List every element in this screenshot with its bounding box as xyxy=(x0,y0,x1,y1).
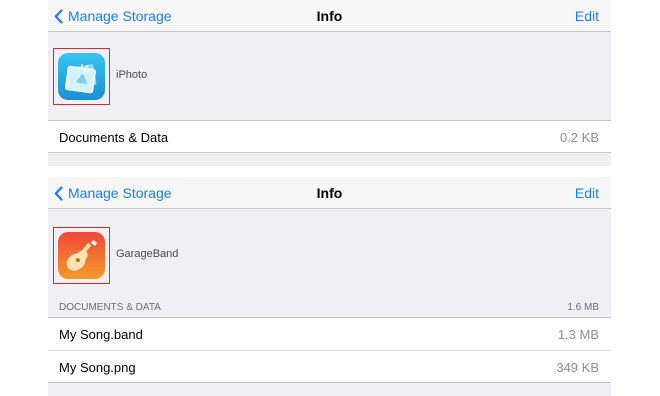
document-size: 1.3 MB xyxy=(557,327,599,342)
nav-title: Info xyxy=(316,185,343,201)
documents-data-row[interactable]: Documents & Data 0.2 KB xyxy=(48,120,611,153)
garageband-info-screen: Manage Storage Info Edit GarageBand DOCU… xyxy=(48,177,611,396)
row-value: 0.2 KB xyxy=(559,130,599,145)
documents-section-header: DOCUMENTS & DATA 1.6 MB xyxy=(48,294,611,317)
document-row[interactable]: My Song.png 349 KB xyxy=(48,350,611,383)
iphoto-app-icon xyxy=(58,53,105,100)
document-name: My Song.png xyxy=(59,360,136,375)
navigation-bar: Manage Storage Info Edit xyxy=(48,0,611,32)
app-icon-highlight xyxy=(53,48,110,105)
app-name: GarageBand xyxy=(116,248,179,260)
document-name: My Song.band xyxy=(59,327,143,342)
garageband-app-icon xyxy=(58,232,105,279)
edit-button[interactable]: Edit xyxy=(575,177,599,209)
row-label: Documents & Data xyxy=(59,130,169,145)
app-icon-highlight xyxy=(53,227,110,284)
iphoto-info-screen: Manage Storage Info Edit iPhoto Document… xyxy=(48,0,611,166)
section-label: DOCUMENTS & DATA xyxy=(59,302,161,313)
document-size: 349 KB xyxy=(556,360,599,375)
edit-button[interactable]: Edit xyxy=(575,0,599,32)
app-name: iPhoto xyxy=(116,69,148,81)
app-header: GarageBand xyxy=(48,209,611,294)
nav-title: Info xyxy=(316,8,343,24)
document-row[interactable]: My Song.band 1.3 MB xyxy=(48,317,611,350)
navigation-bar: Manage Storage Info Edit xyxy=(48,177,611,209)
app-header: iPhoto xyxy=(48,32,611,120)
section-total: 1.6 MB xyxy=(567,302,599,313)
